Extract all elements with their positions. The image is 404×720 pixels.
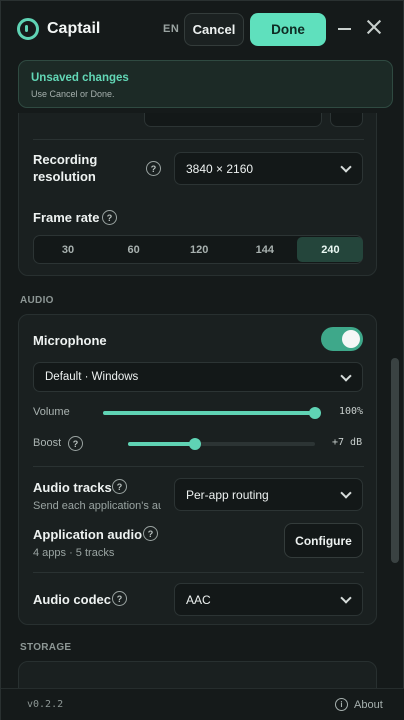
audio-tracks-description: Send each application's audio to its own… <box>33 500 161 512</box>
boost-thumb[interactable] <box>189 438 202 450</box>
cancel-button[interactable]: Cancel <box>184 13 244 46</box>
audio-tracks-label: Audio tracks <box>33 480 112 495</box>
about-link[interactable]: i About <box>335 698 383 711</box>
chevron-down-icon <box>340 592 352 604</box>
volume-label: Volume <box>33 406 70 418</box>
help-icon[interactable]: ? <box>112 479 127 494</box>
application-audio-label: Application audio <box>33 527 143 542</box>
boost-label: Boost <box>33 437 62 449</box>
video-settings-card: Recording resolution ? 3840 × 2160 Frame… <box>18 113 377 276</box>
configure-button[interactable]: Configure <box>284 523 363 558</box>
volume-value: 100% <box>339 406 364 417</box>
previous-setting-select[interactable] <box>144 113 322 127</box>
title-bar: Captail EN Cancel Done <box>1 1 404 57</box>
recording-resolution-value: 3840 × 2160 <box>186 162 254 176</box>
frame-rate-label: Frame rate <box>33 210 100 225</box>
settings-window: Captail EN Cancel Done Unsaved changes U… <box>0 0 404 720</box>
version-label: v0.2.2 <box>27 699 64 710</box>
settings-scroll-area[interactable]: Recording resolution ? 3840 × 2160 Frame… <box>1 113 404 688</box>
audio-codec-select[interactable]: AAC <box>174 583 363 616</box>
audio-tracks-select[interactable]: Per-app routing <box>174 478 363 511</box>
app-title: Captail <box>47 20 101 37</box>
audio-section-title: AUDIO <box>20 295 54 306</box>
frame-rate-option-120[interactable]: 120 <box>166 237 232 262</box>
footer: v0.2.2 i About <box>1 688 404 720</box>
microphone-device-value: Default · Windows <box>45 371 139 383</box>
help-icon[interactable]: ? <box>112 591 127 606</box>
recording-resolution-select[interactable]: 3840 × 2160 <box>174 152 363 185</box>
boost-value: +7 dB <box>332 437 363 448</box>
close-icon[interactable] <box>364 17 384 37</box>
banner-subtitle: Use Cancel or Done. <box>31 89 115 99</box>
recording-resolution-label: Recording resolution <box>33 152 98 184</box>
help-icon[interactable]: ? <box>143 526 158 541</box>
microphone-toggle[interactable] <box>321 327 363 351</box>
toggle-knob <box>342 330 360 348</box>
microphone-label: Microphone <box>33 333 107 348</box>
storage-section-title: STORAGE <box>20 642 72 653</box>
audio-settings-card: Microphone Default · Windows Volume 100%… <box>18 314 377 625</box>
application-audio-summary: 4 apps · 5 tracks <box>33 547 115 559</box>
chevron-down-icon <box>340 370 352 382</box>
volume-thumb[interactable] <box>309 407 321 419</box>
divider <box>33 466 364 467</box>
frame-rate-option-240[interactable]: 240 <box>297 237 364 262</box>
banner-title: Unsaved changes <box>31 72 129 84</box>
info-icon: i <box>335 698 348 711</box>
help-icon[interactable]: ? <box>68 436 83 451</box>
volume-fill <box>103 411 315 415</box>
chevron-down-icon <box>340 161 352 173</box>
help-icon[interactable]: ? <box>146 161 161 176</box>
done-button[interactable]: Done <box>250 13 326 46</box>
volume-slider[interactable] <box>103 407 321 419</box>
frame-rate-option-144[interactable]: 144 <box>232 237 298 262</box>
frame-rate-option-60[interactable]: 60 <box>101 237 167 262</box>
frame-rate-option-30[interactable]: 30 <box>35 237 101 262</box>
boost-fill <box>128 442 196 446</box>
scrollbar-thumb[interactable] <box>391 358 399 563</box>
about-label: About <box>354 698 383 711</box>
help-icon[interactable]: ? <box>102 210 117 225</box>
divider <box>33 572 364 573</box>
minimize-icon[interactable] <box>338 28 351 30</box>
boost-slider[interactable] <box>128 438 315 450</box>
microphone-device-select[interactable]: Default · Windows <box>33 362 363 392</box>
previous-setting-button[interactable] <box>330 113 363 127</box>
divider <box>33 139 364 140</box>
chevron-down-icon <box>340 487 352 499</box>
audio-codec-label: Audio codec <box>33 592 112 607</box>
audio-codec-value: AAC <box>186 593 211 607</box>
language-switch[interactable]: EN <box>163 23 179 35</box>
frame-rate-selector: 30 60 120 144 240 <box>33 235 364 264</box>
storage-settings-card <box>18 661 377 688</box>
unsaved-changes-banner: Unsaved changes Use Cancel or Done. <box>18 60 393 108</box>
record-icon <box>17 18 39 40</box>
audio-tracks-value: Per-app routing <box>186 488 269 502</box>
